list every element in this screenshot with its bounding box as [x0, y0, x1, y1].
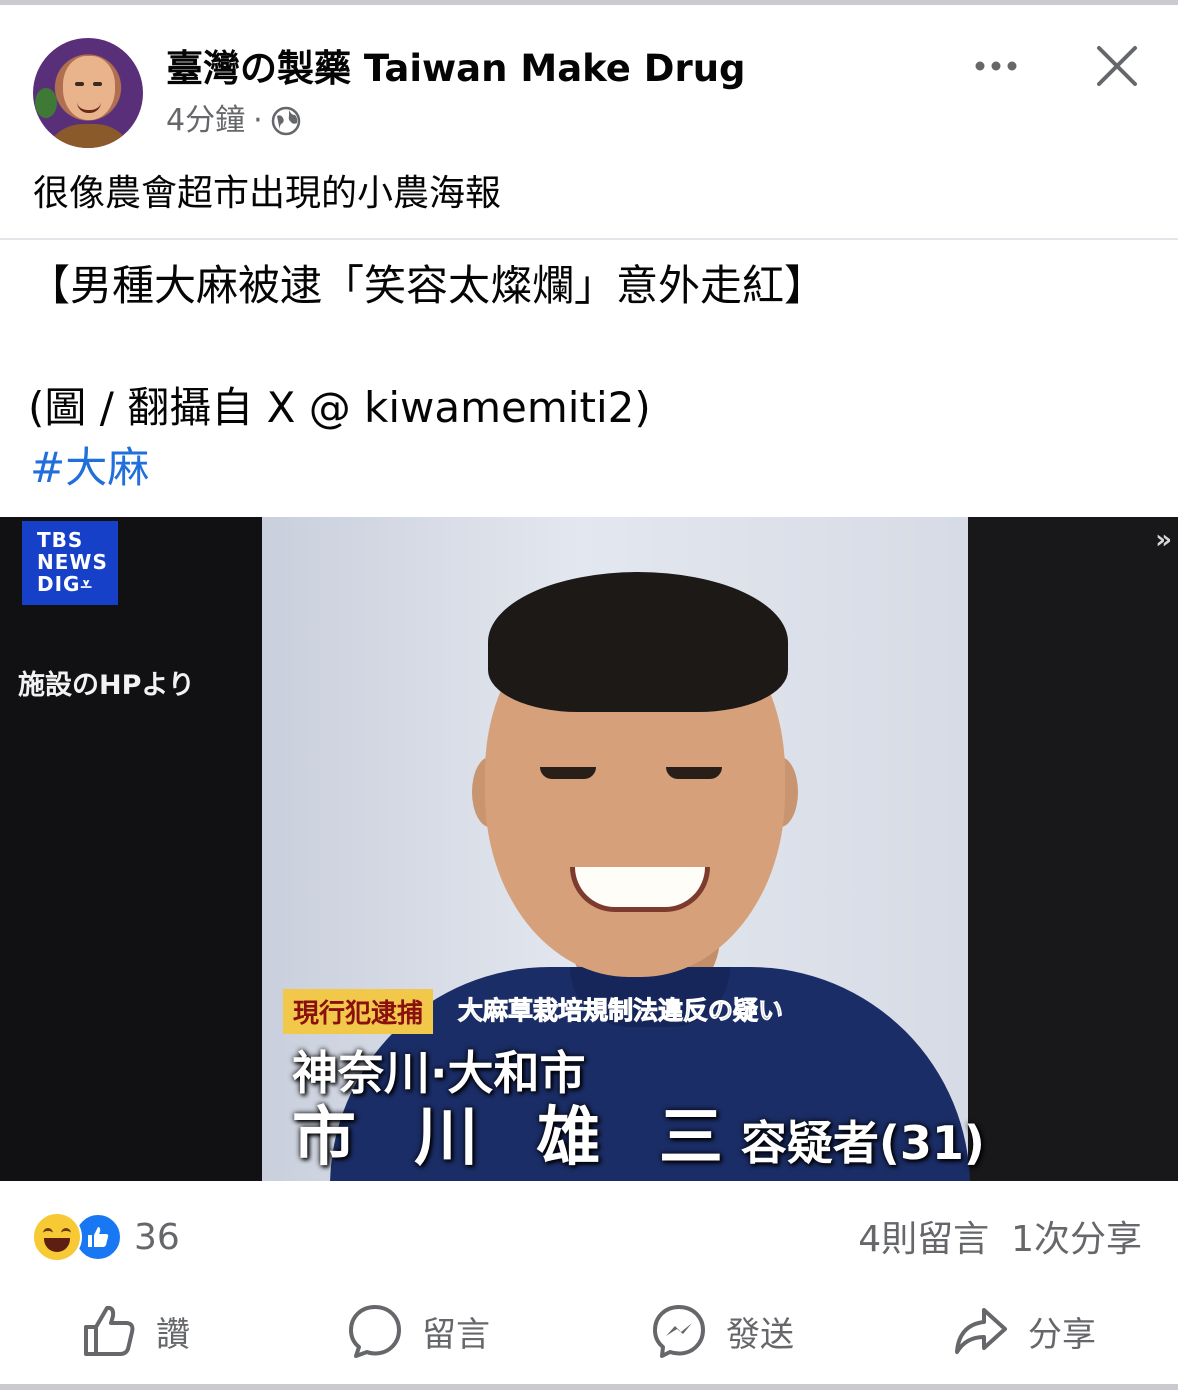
share-label: 分享: [1028, 1314, 1096, 1355]
bottom-edge: [0, 1384, 1178, 1390]
share-arrow-icon: [955, 1308, 1007, 1354]
tbs-news-dig-logo: TBS NEWS DIG⩡: [22, 521, 118, 605]
avatar-robe: [43, 124, 135, 148]
post-meta: 4分鐘 ·: [166, 100, 301, 142]
logo-line: TBS: [37, 528, 84, 552]
post-caption: 很像農會超市出現的小農海報: [33, 173, 502, 214]
haha-reaction-icon: [32, 1212, 82, 1262]
avatar-eye: [93, 82, 102, 86]
share-button[interactable]: 分享: [952, 1296, 1096, 1366]
comment-bubble-icon: [349, 1305, 401, 1358]
eye: [666, 767, 722, 779]
logo-line: DIG⩡: [37, 572, 93, 596]
page-avatar[interactable]: [33, 38, 143, 148]
location-caption: 神奈川·大和市: [292, 1046, 586, 1100]
avatar-leaf: [35, 88, 57, 118]
page-name[interactable]: 臺灣の製藥 Taiwan Make Drug: [166, 44, 746, 94]
suspect-caption: 市 川 雄 三容疑者(31): [292, 1103, 985, 1181]
post-time[interactable]: 4分鐘: [166, 100, 245, 142]
arrest-tag: 現行犯逮捕: [283, 989, 434, 1034]
photo-source-note: 施設のHPより: [18, 670, 195, 701]
avatar-eye: [75, 82, 84, 86]
shared-headline: 【男種大麻被逮「笑容太燦爛」意外走紅】: [28, 261, 827, 310]
post-photo[interactable]: » TBS NEWS DIG⩡ 施設のHPより 現行犯逮捕 大麻草栽培規制法違反…: [0, 517, 1178, 1181]
messenger-icon: [653, 1305, 705, 1358]
share-count[interactable]: 1次分享: [1011, 1219, 1142, 1260]
shared-credit: (圖 / 翻攝自 X @ kiwamemiti2): [28, 383, 651, 432]
engagement-stats: 4則留言 1次分享: [836, 1210, 1142, 1262]
meta-separator: ·: [253, 103, 263, 138]
send-button[interactable]: 發送: [650, 1296, 794, 1366]
hashtag-link[interactable]: #大麻: [30, 440, 149, 496]
expand-icon[interactable]: »: [1155, 525, 1172, 555]
send-label: 發送: [726, 1314, 794, 1355]
comment-label: 留言: [422, 1314, 490, 1355]
close-icon[interactable]: [1095, 44, 1139, 88]
charge-caption: 大麻草栽培規制法違反の疑い: [457, 996, 784, 1026]
hair: [488, 572, 788, 712]
comment-button[interactable]: 留言: [346, 1296, 490, 1366]
photo-left-panel: [0, 517, 262, 1181]
photo-right-panel: [968, 517, 1178, 1181]
thumbs-up-icon: [84, 1305, 135, 1356]
eye: [540, 767, 596, 779]
like-label: 讚: [156, 1314, 190, 1355]
comment-count[interactable]: 4則留言: [858, 1219, 989, 1260]
divider: [0, 238, 1178, 240]
more-options-icon[interactable]: [972, 58, 1020, 74]
suspect-title: 容疑者(31): [740, 1116, 985, 1170]
reaction-summary[interactable]: 36: [32, 1212, 180, 1262]
logo-line: NEWS: [37, 550, 108, 574]
globe-icon[interactable]: [271, 106, 301, 136]
like-button[interactable]: 讚: [80, 1296, 190, 1366]
reaction-count: 36: [134, 1216, 180, 1258]
suspect-name: 市 川 雄 三: [292, 1101, 741, 1175]
top-edge: [0, 0, 1178, 5]
